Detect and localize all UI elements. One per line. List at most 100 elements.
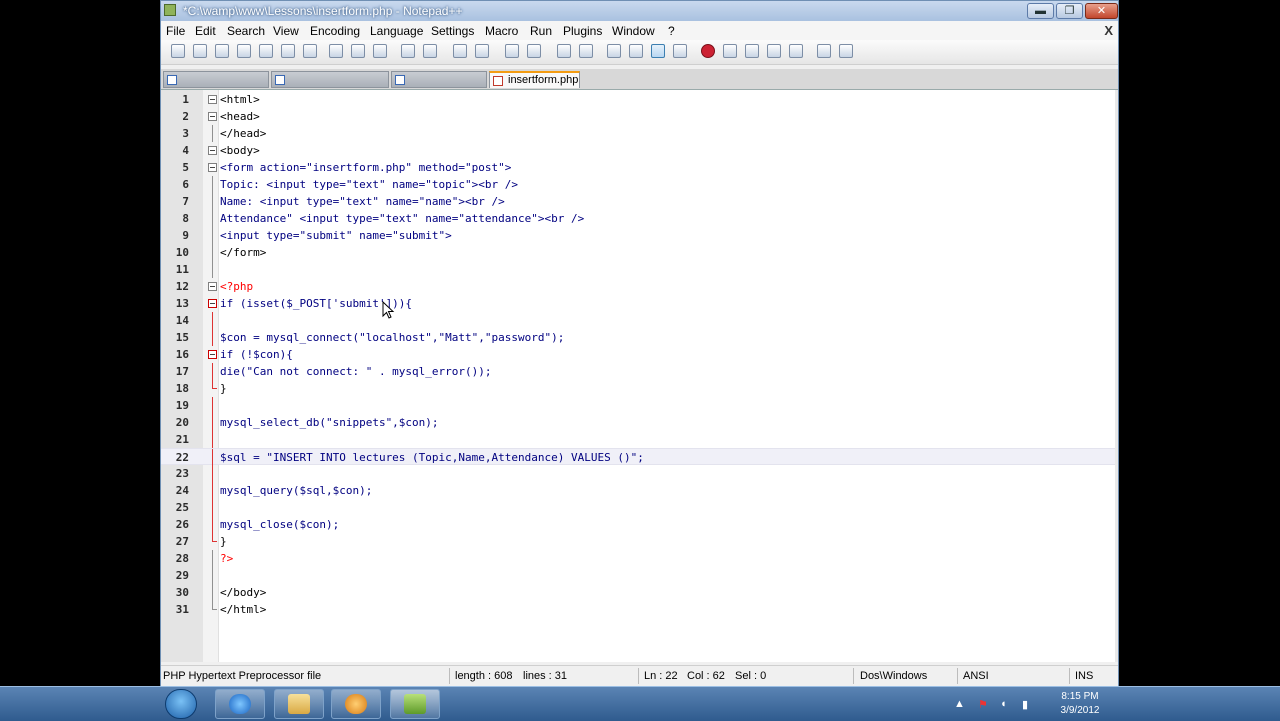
sync-vertical-icon[interactable] (557, 44, 571, 58)
taskbar-notepadpp[interactable] (390, 689, 440, 719)
network-icon[interactable]: ▮ (1022, 698, 1028, 711)
run-macro-multiple-icon[interactable] (767, 44, 781, 58)
tab-document-1[interactable] (163, 71, 269, 88)
tab-document-3[interactable] (391, 71, 487, 88)
code-line[interactable]: 9 <input type="submit" name="submit"> (161, 227, 1115, 244)
code-line[interactable]: 13 if (isset($_POST['submit'])){ (161, 295, 1115, 312)
zoom-in-icon[interactable] (505, 44, 519, 58)
playback-macro-icon[interactable] (745, 44, 759, 58)
close-all-icon[interactable] (281, 44, 295, 58)
paste-icon[interactable] (373, 44, 387, 58)
tab-insertform-php[interactable]: insertform.php (489, 71, 580, 88)
indent-guide-icon[interactable] (651, 44, 665, 58)
spell-check-icon[interactable] (839, 44, 853, 58)
code-line[interactable]: 17 die("Can not connect: " . mysql_error… (161, 363, 1115, 380)
minimize-button[interactable]: ▬ (1027, 3, 1054, 19)
print-icon[interactable] (303, 44, 317, 58)
status-encoding[interactable]: ANSI (963, 670, 989, 682)
code-line[interactable]: 3 </head> (161, 125, 1115, 142)
fold-toggle-icon[interactable] (208, 299, 217, 308)
code-line[interactable]: 18 } (161, 380, 1115, 397)
code-line[interactable]: 7 Name: <input type="text" name="name"><… (161, 193, 1115, 210)
show-hidden-icons-icon[interactable]: ▲ (954, 698, 965, 710)
volume-icon[interactable]: ◖ (1000, 698, 1007, 710)
save-icon[interactable] (215, 44, 229, 58)
taskbar-media-player[interactable] (331, 689, 381, 719)
code-line[interactable]: 1 <html> (161, 91, 1115, 108)
code-line[interactable]: 29 (161, 567, 1115, 584)
code-line[interactable]: 24 mysql_query($sql,$con); (161, 482, 1115, 499)
fold-toggle-icon[interactable] (208, 350, 217, 359)
sync-horizontal-icon[interactable] (579, 44, 593, 58)
code-line[interactable]: 10 </form> (161, 244, 1115, 261)
save-all-icon[interactable] (237, 44, 251, 58)
menu-macro[interactable]: Macro (485, 24, 518, 38)
menu-language[interactable]: Language (370, 24, 423, 38)
redo-icon[interactable] (423, 44, 437, 58)
code-editor[interactable]: 1 <html> 2 <head> 3 </head> 4 <body> 5 <… (161, 90, 1118, 662)
record-macro-icon[interactable] (701, 44, 715, 58)
user-language-icon[interactable] (673, 44, 687, 58)
menu-file[interactable]: File (166, 24, 185, 38)
menu-window[interactable]: Window (612, 24, 655, 38)
close-button[interactable]: ✕ (1085, 3, 1118, 19)
close-file-icon[interactable] (259, 44, 273, 58)
fold-toggle-icon[interactable] (208, 163, 217, 172)
menu-run[interactable]: Run (530, 24, 552, 38)
code-line[interactable]: 14 (161, 312, 1115, 329)
menu-encoding[interactable]: Encoding (310, 24, 360, 38)
code-line[interactable]: 27 } (161, 533, 1115, 550)
save-macro-icon[interactable] (789, 44, 803, 58)
menu-plugins[interactable]: Plugins (563, 24, 602, 38)
copy-icon[interactable] (351, 44, 365, 58)
windows-start-icon[interactable] (165, 689, 197, 719)
find-icon[interactable] (453, 44, 467, 58)
cut-icon[interactable] (329, 44, 343, 58)
open-file-icon[interactable] (193, 44, 207, 58)
menu-settings[interactable]: Settings (431, 24, 474, 38)
code-line[interactable]: 8 Attendance" <input type="text" name="a… (161, 210, 1115, 227)
code-line[interactable]: 25 (161, 499, 1115, 516)
menu-help[interactable]: ? (668, 24, 675, 38)
fold-toggle-icon[interactable] (208, 146, 217, 155)
code-line[interactable]: 23 (161, 465, 1115, 482)
menu-search[interactable]: Search (227, 24, 265, 38)
code-line[interactable]: 5 <form action="insertform.php" method="… (161, 159, 1115, 176)
undo-icon[interactable] (401, 44, 415, 58)
fold-toggle-icon[interactable] (208, 95, 217, 104)
replace-icon[interactable] (475, 44, 489, 58)
code-line[interactable]: 15 $con = mysql_connect("localhost","Mat… (161, 329, 1115, 346)
code-line[interactable]: 28 ?> (161, 550, 1115, 567)
fold-toggle-icon[interactable] (208, 282, 217, 291)
code-line[interactable]: 6 Topic: <input type="text" name="topic"… (161, 176, 1115, 193)
maximize-button[interactable]: ❐ (1056, 3, 1083, 19)
code-line[interactable]: 12 <?php (161, 278, 1115, 295)
code-line[interactable]: 2 <head> (161, 108, 1115, 125)
stop-record-icon[interactable] (723, 44, 737, 58)
title-bar[interactable]: *C:\wamp\www\Lessons\insertform.php - No… (161, 1, 1118, 21)
code-line[interactable]: 21 (161, 431, 1115, 448)
document-close-button[interactable]: X (1104, 23, 1113, 38)
code-line[interactable]: 19 (161, 397, 1115, 414)
fold-toggle-icon[interactable] (208, 112, 217, 121)
launch-browser-icon[interactable] (817, 44, 831, 58)
menu-view[interactable]: View (273, 24, 299, 38)
code-line[interactable]: 11 (161, 261, 1115, 278)
zoom-out-icon[interactable] (527, 44, 541, 58)
code-line[interactable]: 26 mysql_close($con); (161, 516, 1115, 533)
code-line[interactable]: 16 if (!$con){ (161, 346, 1115, 363)
action-center-flag-icon[interactable]: ⚑ (978, 698, 988, 711)
word-wrap-icon[interactable] (607, 44, 621, 58)
show-all-chars-icon[interactable] (629, 44, 643, 58)
code-line[interactable]: 20 mysql_select_db("snippets",$con); (161, 414, 1115, 431)
status-eol-format[interactable]: Dos\Windows (860, 670, 927, 682)
code-line-current[interactable]: 22 $sql = "INSERT INTO lectures (Topic,N… (161, 448, 1115, 466)
menu-edit[interactable]: Edit (195, 24, 216, 38)
code-line[interactable]: 4 <body> (161, 142, 1115, 159)
new-file-icon[interactable] (171, 44, 185, 58)
code-line[interactable]: 31 </html> (161, 601, 1115, 618)
taskbar-internet-explorer[interactable] (215, 689, 265, 719)
taskbar-file-explorer[interactable] (274, 689, 324, 719)
code-line[interactable]: 30 </body> (161, 584, 1115, 601)
vertical-scrollbar[interactable] (1115, 90, 1118, 662)
